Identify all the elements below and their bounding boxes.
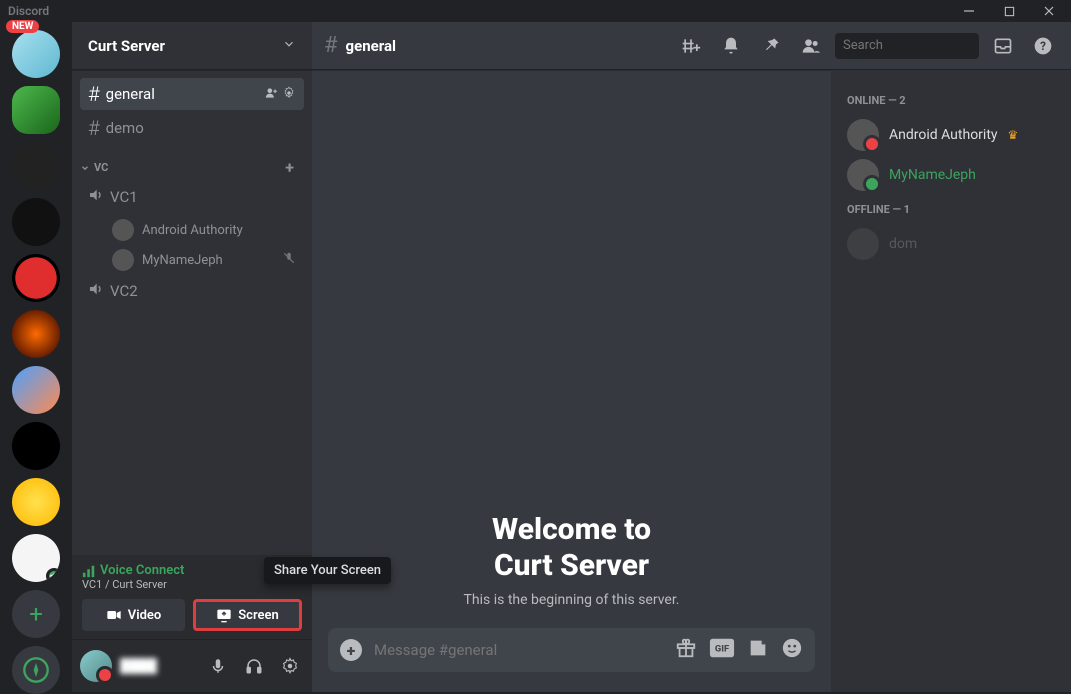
message-input[interactable] — [374, 641, 663, 659]
messages-area: Welcome toCurt Server This is the beginn… — [312, 70, 831, 692]
inbox-button[interactable] — [987, 36, 1019, 56]
voice-badge-icon — [46, 568, 60, 582]
server-icon[interactable] — [12, 534, 60, 582]
server-name: Curt Server — [88, 37, 165, 55]
members-online-label: ONLINE — 2 — [839, 86, 1063, 115]
new-badge: NEW — [6, 20, 39, 33]
server-icon[interactable] — [12, 198, 60, 246]
pinned-button[interactable] — [755, 36, 787, 56]
welcome-block: Welcome toCurt Server This is the beginn… — [464, 512, 680, 628]
avatar — [847, 159, 879, 191]
server-icon[interactable] — [12, 310, 60, 358]
members-toggle-button[interactable] — [795, 36, 827, 56]
channel-name: demo — [106, 119, 296, 137]
search-input[interactable] — [843, 38, 1009, 53]
avatar — [847, 228, 879, 260]
voice-user-name: MyNameJeph — [142, 253, 223, 268]
avatar — [112, 219, 134, 241]
voice-user[interactable]: MyNameJeph — [80, 245, 304, 275]
member-name: dom — [889, 236, 917, 252]
gear-icon[interactable] — [282, 86, 296, 103]
add-server-button[interactable]: + — [12, 590, 60, 638]
muted-icon — [282, 251, 296, 269]
deafen-button[interactable] — [240, 657, 268, 675]
titlebar: Discord — [0, 0, 1071, 22]
window-minimize-button[interactable] — [955, 0, 983, 22]
text-channel-item[interactable]: # demo — [80, 112, 304, 144]
app-title: Discord — [8, 4, 49, 18]
notifications-button[interactable] — [715, 36, 747, 56]
channel-sidebar: Curt Server # general # demo VC + VC1 Androi… — [72, 22, 312, 692]
text-channel-item[interactable]: # general — [80, 78, 304, 110]
hash-icon: # — [88, 116, 100, 140]
mute-button[interactable] — [204, 657, 232, 675]
avatar — [112, 249, 134, 271]
threads-button[interactable] — [675, 36, 707, 56]
avatar — [847, 119, 879, 151]
voice-status-panel: Voice Connect VC1 / Curt Server Share Yo… — [72, 555, 312, 640]
server-icon[interactable] — [12, 366, 60, 414]
server-icon[interactable] — [12, 254, 60, 302]
member-item[interactable]: Android Authority ♛ — [839, 115, 1063, 155]
voice-channel-item[interactable]: VC1 — [80, 181, 304, 213]
user-settings-button[interactable] — [276, 657, 304, 675]
attach-button[interactable]: + — [340, 639, 362, 661]
invite-icon[interactable] — [264, 86, 278, 103]
message-composer: + GIF — [312, 628, 831, 692]
svg-text:?: ? — [1040, 39, 1046, 53]
gif-button[interactable]: GIF — [709, 637, 735, 663]
hash-icon: # — [88, 82, 100, 106]
channel-name: VC1 — [110, 188, 296, 206]
voice-connected-label: Voice Connect — [82, 563, 184, 578]
member-item[interactable]: MyNameJeph — [839, 155, 1063, 195]
voice-category[interactable]: VC + — [80, 146, 304, 181]
window-maximize-button[interactable] — [995, 0, 1023, 22]
chat-area: # general ? Welcome toCurt Server — [312, 22, 1071, 692]
server-icon[interactable] — [12, 478, 60, 526]
voice-user[interactable]: Android Authority — [80, 215, 304, 245]
video-button[interactable]: Video — [82, 599, 185, 631]
members-list: ONLINE — 2 Android Authority ♛ MyNameJeph… — [831, 70, 1071, 692]
emoji-button[interactable] — [781, 637, 803, 663]
help-button[interactable]: ? — [1027, 36, 1059, 56]
server-icon[interactable] — [12, 422, 60, 470]
server-header[interactable]: Curt Server — [72, 22, 312, 70]
explore-servers-button[interactable] — [12, 646, 60, 694]
channel-title: general — [346, 37, 667, 55]
server-icon[interactable] — [12, 142, 60, 190]
voice-user-name: Android Authority — [142, 223, 243, 238]
screen-share-button[interactable]: Screen — [193, 599, 302, 631]
user-panel: ████ — [72, 640, 312, 692]
add-channel-button[interactable]: + — [285, 158, 294, 177]
speaker-icon — [88, 281, 104, 301]
crown-icon: ♛ — [1008, 128, 1019, 142]
sticker-button[interactable] — [747, 637, 769, 663]
members-offline-label: OFFLINE — 1 — [839, 195, 1063, 224]
share-screen-tooltip: Share Your Screen — [264, 557, 391, 584]
server-rail: NEW + — [0, 22, 72, 692]
member-name: Android Authority — [889, 127, 998, 143]
member-item[interactable]: dom — [839, 224, 1063, 264]
window-close-button[interactable] — [1035, 0, 1063, 22]
search-box[interactable] — [835, 33, 979, 59]
chevron-down-icon — [282, 36, 296, 55]
gift-button[interactable] — [675, 637, 697, 663]
user-avatar[interactable] — [80, 650, 112, 682]
speaker-icon — [88, 187, 104, 207]
channel-name: general — [106, 85, 258, 103]
voice-channel-item[interactable]: VC2 — [80, 275, 304, 307]
hash-icon: # — [324, 33, 338, 58]
user-name: ████ — [120, 658, 196, 674]
svg-text:GIF: GIF — [715, 644, 729, 655]
member-name: MyNameJeph — [889, 167, 976, 183]
chat-header: # general ? — [312, 22, 1071, 70]
server-icon[interactable] — [12, 86, 60, 134]
channel-name: VC2 — [110, 282, 296, 300]
channel-list: # general # demo VC + VC1 Android Authority M… — [72, 70, 312, 555]
server-icon[interactable] — [12, 30, 60, 78]
